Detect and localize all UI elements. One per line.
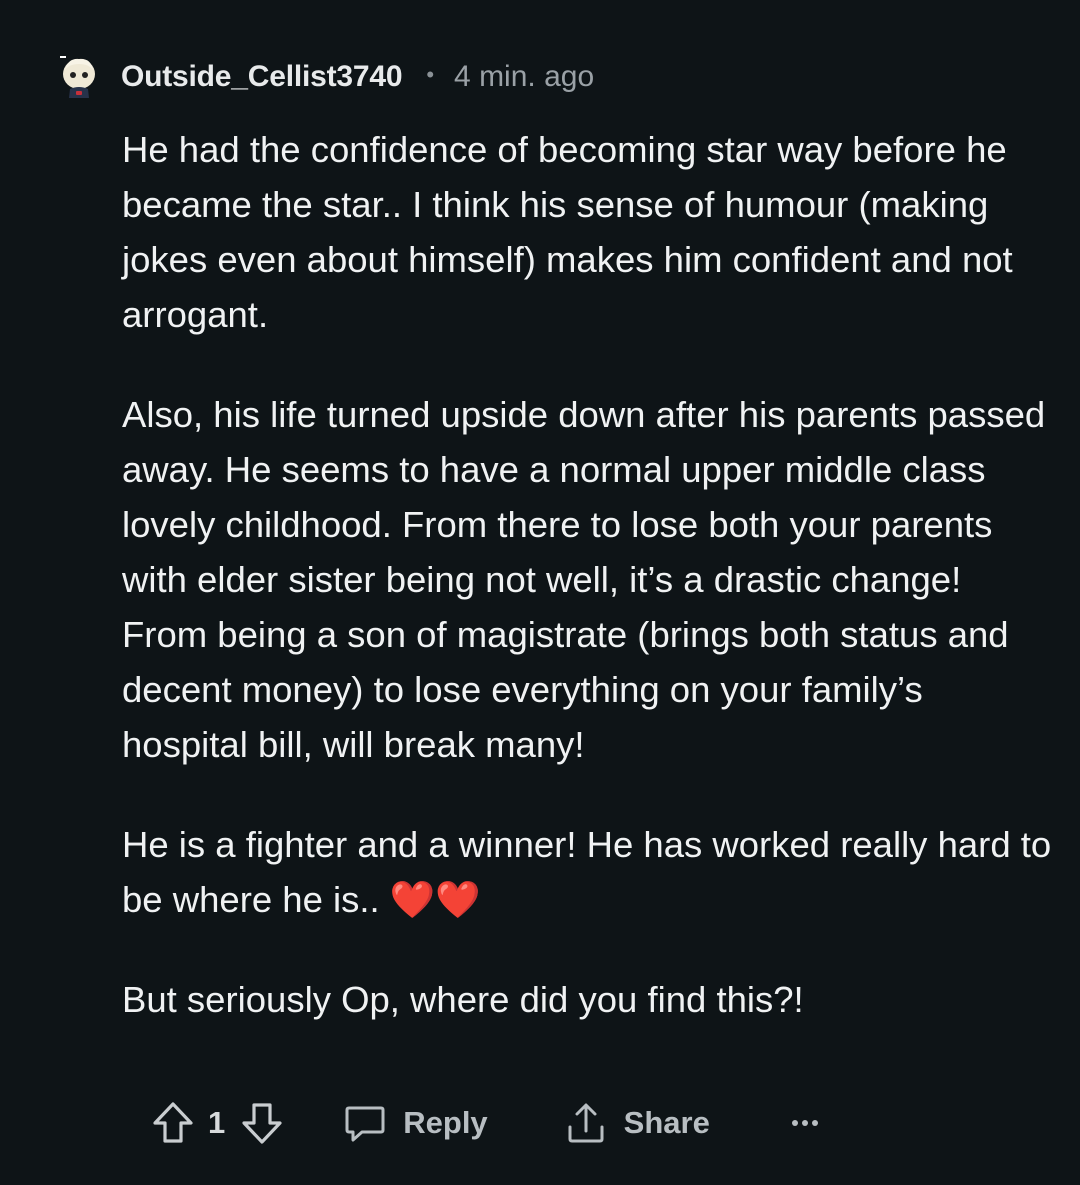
separator-dot: •	[426, 62, 435, 87]
comment-header: Outside_Cellist3740 • 4 min. ago	[56, 52, 594, 102]
comment-actions: 1 Reply Share	[150, 1095, 820, 1151]
vote-count: 1	[208, 1105, 226, 1140]
share-upload-icon	[564, 1101, 608, 1145]
downvote-arrow-icon[interactable]	[239, 1099, 285, 1147]
more-options-button[interactable]	[790, 1117, 820, 1129]
snoo-avatar-icon[interactable]	[56, 54, 102, 100]
comment-paragraph: Also, his life turned upside down after …	[122, 394, 1046, 765]
vote-controls: 1	[150, 1099, 285, 1147]
comment-body: He had the confidence of becoming star w…	[122, 122, 1052, 1027]
speech-bubble-icon	[343, 1101, 387, 1145]
more-dots-icon	[790, 1117, 820, 1129]
reply-label: Reply	[403, 1105, 488, 1140]
reply-button[interactable]: Reply	[343, 1101, 488, 1145]
comment-paragraph: But seriously Op, where did you find thi…	[122, 979, 804, 1020]
upvote-arrow-icon[interactable]	[150, 1099, 196, 1147]
comment-timestamp: 4 min. ago	[454, 60, 595, 93]
comment: Outside_Cellist3740 • 4 min. ago He had …	[0, 0, 1080, 1185]
share-label: Share	[623, 1105, 710, 1140]
comment-paragraph: He had the confidence of becoming star w…	[122, 129, 1013, 335]
comment-paragraph: He is a fighter and a winner! He has wor…	[122, 824, 1052, 920]
share-button[interactable]: Share	[564, 1101, 710, 1145]
comment-author[interactable]: Outside_Cellist3740	[121, 60, 403, 94]
